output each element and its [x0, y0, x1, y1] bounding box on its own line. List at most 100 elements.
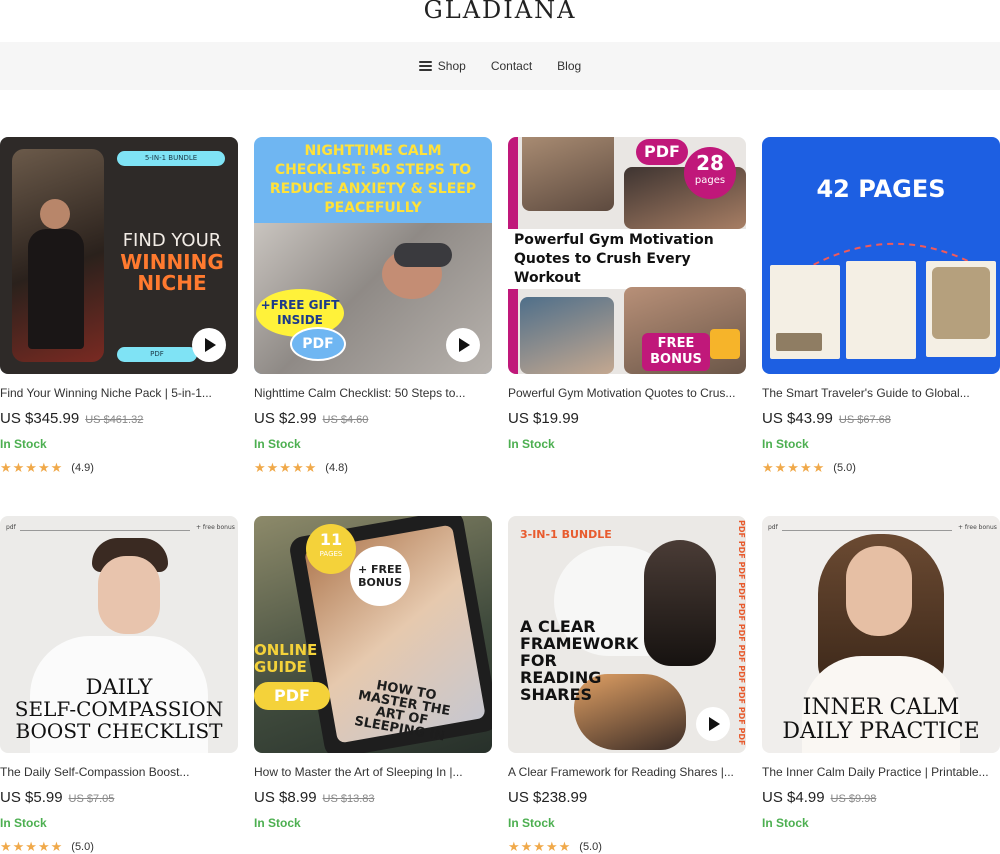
product-price: US $43.99 US $67.68 [762, 410, 1000, 427]
side-stripe: PDF PDF PDF PDF PDF PDF PDF PDF PDF PDF … [737, 520, 746, 746]
nav-contact[interactable]: Contact [491, 59, 532, 73]
image-line: SELF-COMPASSION [14, 697, 224, 721]
product-price: US $238.99 [508, 789, 746, 806]
stock-status: In Stock [0, 816, 47, 830]
pdf-badge: PDF [254, 682, 330, 710]
rating: ★★★★★ (5.0) [762, 460, 1000, 476]
play-icon[interactable] [696, 707, 730, 741]
rating: ★★★★★ (4.8) [254, 460, 492, 476]
product-card[interactable]: 42 PAGES The Smart Traveler's Guide to G… [762, 137, 1000, 476]
product-price: US $4.99 US $9.98 [762, 789, 1000, 806]
old-price: US $7.05 [68, 793, 115, 805]
product-title[interactable]: Nighttime Calm Checklist: 50 Steps to... [254, 386, 490, 400]
nav-shop[interactable]: Shop [418, 59, 466, 73]
star-rating-icon: ★★★★★ [0, 839, 64, 854]
nav-contact-label: Contact [490, 59, 533, 73]
image-tag: pdf [768, 524, 778, 531]
product-card[interactable]: pdf + free bonus DAILY SELF-COMPASSION B… [0, 516, 238, 854]
star-rating-icon: ★★★★★ [254, 460, 318, 475]
image-line: NICHE [137, 271, 207, 295]
image-tag: + free bonus [958, 524, 997, 531]
product-price: US $5.99 US $7.05 [0, 789, 238, 806]
product-title[interactable]: The Inner Calm Daily Practice | Printabl… [762, 765, 998, 779]
bundle-label: 3-IN-1 BUNDLE [520, 528, 612, 541]
product-card[interactable]: 3-IN-1 BUNDLE A CLEAR FRAMEWORK FOR READ… [508, 516, 746, 854]
current-price: US $8.99 [254, 789, 317, 806]
nav-blog[interactable]: Blog [557, 59, 581, 73]
brand-name: GLADIANA [423, 0, 577, 24]
product-image[interactable]: 3-IN-1 BUNDLE A CLEAR FRAMEWORK FOR READ… [508, 516, 746, 753]
product-card[interactable]: 5-IN-1 BUNDLE FIND YOUR WINNING NICHE PD… [0, 137, 238, 476]
old-price: US $67.68 [838, 414, 891, 426]
nav-shop-label: Shop [437, 59, 466, 73]
stock-status: In Stock [0, 437, 47, 451]
stock-status: In Stock [508, 816, 555, 830]
product-price: US $19.99 [508, 410, 746, 427]
pages-badge: 11 PAGES [306, 524, 356, 574]
pages-label: pages [694, 175, 726, 186]
star-rating-icon: ★★★★★ [508, 839, 572, 854]
image-line: DAILY [85, 675, 153, 699]
stock-status: In Stock [508, 437, 555, 451]
bonus-badge: + FREE BONUS [350, 546, 410, 606]
guide-line: ONLINE [254, 641, 318, 659]
product-title[interactable]: The Daily Self-Compassion Boost... [0, 765, 236, 779]
current-price: US $43.99 [762, 410, 833, 427]
rating-value: (5.0) [833, 462, 856, 474]
pages-badge: 28 pages [684, 147, 736, 199]
product-title[interactable]: How to Master the Art of Sleeping In |..… [254, 765, 490, 779]
product-title[interactable]: Find Your Winning Niche Pack | 5-in-1... [0, 386, 236, 400]
rating-value: (4.8) [325, 462, 348, 474]
rating: ★★★★★ (4.9) [0, 460, 238, 476]
image-line: SHARES [520, 685, 593, 704]
image-line: A CLEAR [520, 617, 596, 636]
product-image[interactable]: pdf + free bonus INNER CALM DAILY PRACTI… [762, 516, 1000, 753]
product-card[interactable]: PDF 28 pages Powerful Gym Motivation Quo… [508, 137, 746, 451]
play-icon[interactable] [192, 328, 226, 362]
image-line: BOOST CHECKLIST [15, 719, 223, 743]
pages-label: PAGES [319, 550, 343, 558]
product-image[interactable]: PDF 28 pages Powerful Gym Motivation Quo… [508, 137, 746, 374]
image-line: FRAMEWORK [520, 634, 639, 653]
product-image[interactable]: pdf + free bonus DAILY SELF-COMPASSION B… [0, 516, 238, 753]
product-card[interactable]: pdf + free bonus INNER CALM DAILY PRACTI… [762, 516, 1000, 830]
rating-value: (4.9) [71, 462, 94, 474]
brand-logo[interactable]: GLADIANA [0, 0, 1000, 42]
image-line: FOR [520, 651, 557, 670]
image-headline: Powerful Gym Motivation Quotes to Crush … [514, 232, 714, 286]
pages-number: 28 [696, 151, 724, 175]
current-price: US $5.99 [0, 789, 63, 806]
nav-blog-label: Blog [557, 59, 582, 73]
product-title[interactable]: Powerful Gym Motivation Quotes to Crus..… [508, 386, 744, 400]
product-card[interactable]: 11 PAGES + FREE BONUS ONLINE GUIDE PDF H… [254, 516, 492, 830]
image-headline: NIGHTTIME CALM CHECKLIST: 50 STEPS TO RE… [269, 143, 477, 216]
product-title[interactable]: A Clear Framework for Reading Shares |..… [508, 765, 744, 779]
current-price: US $2.99 [254, 410, 317, 427]
rating-value: (5.0) [579, 841, 602, 853]
product-image[interactable]: 42 PAGES [762, 137, 1000, 374]
product-price: US $345.99 US $461.32 [0, 410, 238, 427]
star-rating-icon: ★★★★★ [762, 460, 826, 475]
old-price: US $4.60 [322, 414, 369, 426]
image-footer: PDF [117, 347, 197, 362]
stock-status: In Stock [254, 437, 301, 451]
product-price: US $8.99 US $13.83 [254, 789, 492, 806]
current-price: US $4.99 [762, 789, 825, 806]
product-card[interactable]: NIGHTTIME CALM CHECKLIST: 50 STEPS TO RE… [254, 137, 492, 476]
image-line: FIND YOUR [122, 230, 222, 251]
product-image[interactable]: 11 PAGES + FREE BONUS ONLINE GUIDE PDF H… [254, 516, 492, 753]
product-title[interactable]: The Smart Traveler's Guide to Global... [762, 386, 998, 400]
stock-status: In Stock [254, 816, 301, 830]
stock-status: In Stock [762, 437, 809, 451]
rating: ★★★★★ (5.0) [508, 839, 746, 854]
image-line: INNER CALM [802, 695, 960, 720]
image-tag: + free bonus [196, 524, 235, 531]
image-line: DAILY PRACTICE [782, 719, 980, 744]
product-image[interactable]: NIGHTTIME CALM CHECKLIST: 50 STEPS TO RE… [254, 137, 492, 374]
product-price: US $2.99 US $4.60 [254, 410, 492, 427]
current-price: US $345.99 [0, 410, 80, 427]
current-price: US $238.99 [508, 789, 588, 806]
product-image[interactable]: 5-IN-1 BUNDLE FIND YOUR WINNING NICHE PD… [0, 137, 238, 374]
play-icon[interactable] [446, 328, 480, 362]
rating-value: (5.0) [71, 841, 94, 853]
